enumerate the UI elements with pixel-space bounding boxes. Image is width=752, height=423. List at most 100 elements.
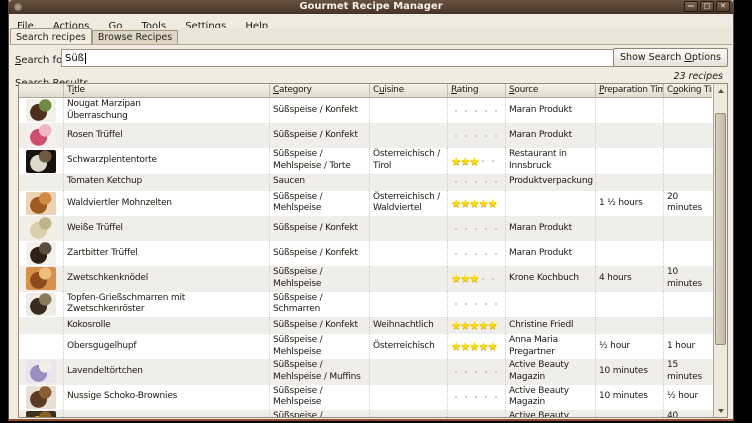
- cell-cook: [664, 317, 712, 334]
- cell-cook: [664, 174, 712, 191]
- cell-cuisine: [370, 359, 448, 384]
- cell-rating: ★★★★★: [448, 317, 506, 334]
- table-row[interactable]: Waldviertler MohnzeltenSüßspeise / Mehls…: [19, 191, 713, 216]
- star-empty-icon: [495, 135, 497, 137]
- minimize-button[interactable]: —: [684, 1, 698, 12]
- maximize-button[interactable]: □: [700, 1, 714, 12]
- cell-rating: ★★★★★: [448, 191, 506, 216]
- table-row[interactable]: Tomaten KetchupSaucenProduktverpackung: [19, 174, 713, 191]
- rating-stars: ★★★★★: [451, 196, 497, 211]
- cell-prep: [596, 317, 664, 334]
- star-empty-icon: [482, 160, 484, 162]
- cell-rating: [448, 241, 506, 266]
- column-header-thumb: [19, 84, 64, 98]
- column-header-source[interactable]: Source: [506, 84, 596, 98]
- cell-thumb: [19, 98, 64, 123]
- cell-prep: 10 minutes: [596, 410, 664, 417]
- column-header-rating[interactable]: Rating: [448, 84, 506, 98]
- cell-cuisine: Österreichisch / Waldviertel: [370, 191, 448, 216]
- cell-source: Krone Kochbuch: [506, 266, 596, 291]
- cell-title: Tomaten Ketchup: [64, 174, 270, 191]
- close-button[interactable]: ✕: [716, 1, 730, 12]
- cell-cuisine: [370, 385, 448, 410]
- scroll-up-button[interactable]: [714, 84, 727, 97]
- vertical-scrollbar[interactable]: [713, 84, 727, 417]
- recipe-count: 23 recipes: [673, 71, 723, 82]
- cell-category: Süßspeise / Konfekt: [270, 98, 370, 123]
- cell-prep: [596, 216, 664, 241]
- recipe-thumbnail: [26, 267, 56, 290]
- cell-cuisine: [370, 98, 448, 123]
- table-row[interactable]: Nussige Schoko-BrowniesSüßspeise / Mehls…: [19, 385, 713, 410]
- cell-category: Saucen: [270, 174, 370, 191]
- cell-thumb: [19, 241, 64, 266]
- cell-category: Süßspeise / Mehlspeise / Muffins: [270, 359, 370, 384]
- table-body: Nougat Marzipan ÜberraschungSüßspeise / …: [19, 98, 713, 417]
- table-row[interactable]: ZitronenkuchenSüßspeise / Mehlspeise / K…: [19, 410, 713, 417]
- cell-rating: [448, 292, 506, 317]
- search-input-value: Süß: [65, 53, 84, 64]
- cell-rating: [448, 385, 506, 410]
- table-row[interactable]: Zartbitter TrüffelSüßspeise / KonfektMar…: [19, 241, 713, 266]
- table-row[interactable]: LavendeltörtchenSüßspeise / Mehlspeise /…: [19, 359, 713, 384]
- search-for-label: Search for: [15, 55, 66, 66]
- tab-search-recipes[interactable]: Search recipes: [10, 28, 92, 44]
- star-empty-icon: [492, 278, 494, 280]
- cell-title: Nussige Schoko-Brownies: [64, 385, 270, 410]
- cell-title: Lavendeltörtchen: [64, 359, 270, 384]
- star-empty-icon: [485, 135, 487, 137]
- table-row[interactable]: KokosrolleSüßspeise / KonfektWeihnachtli…: [19, 317, 713, 334]
- table-row[interactable]: Weiße TrüffelSüßspeise / KonfektMaran Pr…: [19, 216, 713, 241]
- cell-category: Süßspeise / Mehlspeise: [270, 334, 370, 359]
- column-header-title[interactable]: Title: [64, 84, 270, 98]
- arrow-down-icon: [718, 409, 724, 413]
- table-row[interactable]: ObersgugelhupfSüßspeise / MehlspeiseÖste…: [19, 334, 713, 359]
- column-header-category[interactable]: Category: [270, 84, 370, 98]
- cell-cuisine: [370, 266, 448, 291]
- cell-cuisine: [370, 174, 448, 191]
- table-row[interactable]: Nougat Marzipan ÜberraschungSüßspeise / …: [19, 98, 713, 123]
- window-title: Gourmet Recipe Manager: [9, 0, 733, 14]
- cell-cook: 15 minutes: [664, 359, 712, 384]
- cell-cuisine: Österreichisch: [370, 334, 448, 359]
- cell-rating: ★★★: [448, 148, 506, 173]
- table-row[interactable]: Topfen-Grießschmarren mit Zwetschkenröst…: [19, 292, 713, 317]
- cell-cook: [664, 292, 712, 317]
- scrollbar-thumb[interactable]: [715, 113, 726, 345]
- column-header-cook[interactable]: Cooking Time: [664, 84, 712, 98]
- cell-thumb: [19, 410, 64, 417]
- table-row[interactable]: Rosen TrüffelSüßspeise / KonfektMaran Pr…: [19, 123, 713, 148]
- star-empty-icon: [495, 228, 497, 230]
- cell-cook: [664, 123, 712, 148]
- cell-thumb: [19, 174, 64, 191]
- search-input[interactable]: Süß: [61, 49, 657, 67]
- cell-category: Süßspeise / Konfekt: [270, 123, 370, 148]
- text-caret: [85, 53, 86, 64]
- star-filled-icon: ★: [469, 271, 479, 286]
- table-row[interactable]: SchwarzplententorteSüßspeise / Mehlspeis…: [19, 148, 713, 173]
- recipe-thumbnail: [26, 124, 56, 147]
- scroll-down-button[interactable]: [714, 404, 727, 417]
- cell-source: Restaurant in Innsbruck: [506, 148, 596, 173]
- cell-source: Maran Produkt: [506, 216, 596, 241]
- cell-thumb: [19, 266, 64, 291]
- table-row[interactable]: ZwetschkenknödelSüßspeise / Mehlspeise★★…: [19, 266, 713, 291]
- cell-rating: [448, 98, 506, 123]
- tab-browse-recipes[interactable]: Browse Recipes: [92, 30, 178, 44]
- recipe-thumbnail: [26, 386, 56, 409]
- cell-prep: [596, 98, 664, 123]
- cell-cook: ½ hour: [664, 385, 712, 410]
- show-search-options-button[interactable]: Show Search Options: [613, 48, 728, 67]
- column-header-cuisine[interactable]: Cuisine: [370, 84, 448, 98]
- star-empty-icon: [475, 371, 477, 373]
- star-empty-icon: [455, 396, 457, 398]
- star-empty-icon: [465, 228, 467, 230]
- cell-source: Maran Produkt: [506, 123, 596, 148]
- column-header-prep[interactable]: Preparation Time: [596, 84, 664, 98]
- cell-title: Weiße Trüffel: [64, 216, 270, 241]
- recipe-thumbnail: [26, 99, 56, 122]
- star-empty-icon: [465, 371, 467, 373]
- cell-category: Süßspeise / Schmarren: [270, 292, 370, 317]
- cell-source: Active Beauty Magazin: [506, 385, 596, 410]
- titlebar[interactable]: Gourmet Recipe Manager — □ ✕: [9, 0, 733, 14]
